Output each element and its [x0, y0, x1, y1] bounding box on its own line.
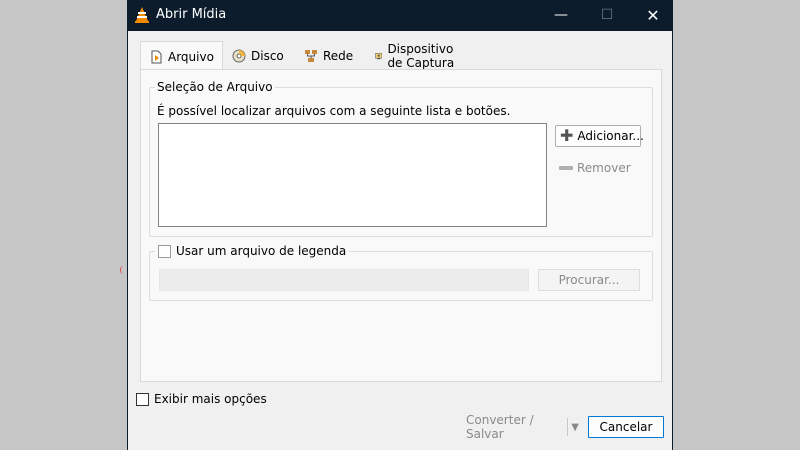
stray-mark [120, 266, 126, 274]
add-button[interactable]: ✚ Adicionar... [555, 125, 644, 147]
minimize-button[interactable]: — [538, 0, 584, 31]
browse-button[interactable]: Procurar... [538, 269, 640, 291]
capture-device-icon [375, 53, 383, 60]
subtitle-checkbox[interactable] [158, 244, 171, 258]
tab-dispositivo-de-captura[interactable]: Dispositivo de Captura [367, 42, 468, 70]
tab-label: Disco [251, 49, 284, 63]
close-button[interactable]: ✕ [630, 0, 676, 31]
network-icon [305, 50, 317, 62]
tab-panel-arquivo: Seleção de Arquivo É possível localizar … [140, 69, 662, 382]
disc-icon [232, 49, 246, 63]
tab-arquivo[interactable]: Arquivo [140, 41, 223, 71]
convert-save-button[interactable]: Converter / Salvar ▼ [461, 413, 579, 441]
tab-label: Dispositivo de Captura [387, 42, 455, 70]
open-media-dialog: Abrir Mídia — ☐ ✕ Arquivo Disco Rede Dis… [127, 0, 673, 450]
add-button-label: Adicionar... [577, 129, 644, 143]
file-list[interactable] [158, 123, 547, 227]
more-options-checkbox[interactable] [136, 392, 149, 406]
remove-button-label: Remover [577, 161, 631, 175]
minus-icon [559, 166, 573, 170]
subtitle-path-field[interactable] [159, 269, 529, 291]
file-selection-legend: Seleção de Arquivo [155, 80, 275, 94]
subtitle-checkbox-row[interactable]: Usar um arquivo de legenda [155, 244, 350, 258]
maximize-button[interactable]: ☐ [584, 0, 630, 31]
convert-save-label: Converter / Salvar [466, 413, 534, 441]
title-bar: Abrir Mídia — ☐ ✕ [128, 0, 672, 31]
split-divider [567, 418, 569, 436]
tab-label: Rede [323, 49, 354, 63]
cancel-button[interactable]: Cancelar [588, 416, 664, 438]
more-options-label: Exibir mais opções [154, 392, 267, 406]
more-options-row[interactable]: Exibir mais opções [136, 392, 267, 406]
remove-button[interactable]: Remover [559, 158, 631, 178]
subtitle-checkbox-label: Usar um arquivo de legenda [176, 244, 347, 258]
file-selection-description: É possível localizar arquivos com a segu… [157, 104, 511, 118]
tab-label: Arquivo [168, 49, 214, 64]
tab-rede[interactable]: Rede [296, 42, 361, 70]
tab-disco[interactable]: Disco [224, 42, 292, 70]
vlc-cone-icon [135, 7, 149, 23]
file-icon [151, 50, 162, 63]
window-title: Abrir Mídia [156, 7, 227, 22]
plus-icon: ✚ [560, 126, 574, 145]
chevron-down-icon[interactable]: ▼ [571, 422, 579, 433]
